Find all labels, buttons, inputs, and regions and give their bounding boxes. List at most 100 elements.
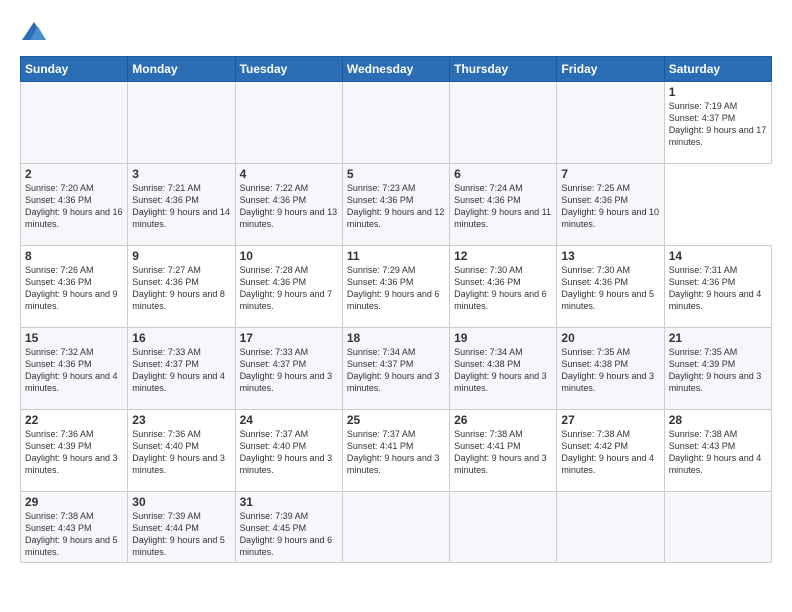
calendar-cell: 8 Sunrise: 7:26 AM Sunset: 4:36 PM Dayli… xyxy=(21,246,128,328)
day-number: 3 xyxy=(132,167,230,181)
day-number: 23 xyxy=(132,413,230,427)
calendar-cell xyxy=(21,82,128,164)
calendar-week-row: 22 Sunrise: 7:36 AM Sunset: 4:39 PM Dayl… xyxy=(21,410,772,492)
calendar-cell: 21 Sunrise: 7:35 AM Sunset: 4:39 PM Dayl… xyxy=(664,328,771,410)
day-info: Sunrise: 7:37 AM Sunset: 4:41 PM Dayligh… xyxy=(347,428,445,477)
day-number: 12 xyxy=(454,249,552,263)
calendar-cell: 4 Sunrise: 7:22 AM Sunset: 4:36 PM Dayli… xyxy=(235,164,342,246)
day-header-thursday: Thursday xyxy=(450,57,557,82)
day-number: 9 xyxy=(132,249,230,263)
calendar-cell: 23 Sunrise: 7:36 AM Sunset: 4:40 PM Dayl… xyxy=(128,410,235,492)
day-header-sunday: Sunday xyxy=(21,57,128,82)
day-header-wednesday: Wednesday xyxy=(342,57,449,82)
day-number: 27 xyxy=(561,413,659,427)
day-number: 13 xyxy=(561,249,659,263)
calendar-cell: 16 Sunrise: 7:33 AM Sunset: 4:37 PM Dayl… xyxy=(128,328,235,410)
day-header-friday: Friday xyxy=(557,57,664,82)
day-info: Sunrise: 7:30 AM Sunset: 4:36 PM Dayligh… xyxy=(561,264,659,313)
day-info: Sunrise: 7:33 AM Sunset: 4:37 PM Dayligh… xyxy=(240,346,338,395)
day-number: 28 xyxy=(669,413,767,427)
day-number: 22 xyxy=(25,413,123,427)
day-number: 14 xyxy=(669,249,767,263)
calendar-cell: 15 Sunrise: 7:32 AM Sunset: 4:36 PM Dayl… xyxy=(21,328,128,410)
calendar-page: SundayMondayTuesdayWednesdayThursdayFrid… xyxy=(0,0,792,612)
day-number: 7 xyxy=(561,167,659,181)
calendar-cell xyxy=(342,82,449,164)
calendar-cell xyxy=(557,492,664,563)
calendar-cell: 9 Sunrise: 7:27 AM Sunset: 4:36 PM Dayli… xyxy=(128,246,235,328)
calendar-cell: 14 Sunrise: 7:31 AM Sunset: 4:36 PM Dayl… xyxy=(664,246,771,328)
calendar-cell xyxy=(235,82,342,164)
day-info: Sunrise: 7:37 AM Sunset: 4:40 PM Dayligh… xyxy=(240,428,338,477)
calendar-cell: 11 Sunrise: 7:29 AM Sunset: 4:36 PM Dayl… xyxy=(342,246,449,328)
logo xyxy=(20,18,52,46)
calendar-cell: 20 Sunrise: 7:35 AM Sunset: 4:38 PM Dayl… xyxy=(557,328,664,410)
day-number: 24 xyxy=(240,413,338,427)
day-info: Sunrise: 7:23 AM Sunset: 4:36 PM Dayligh… xyxy=(347,182,445,231)
day-info: Sunrise: 7:35 AM Sunset: 4:38 PM Dayligh… xyxy=(561,346,659,395)
day-info: Sunrise: 7:38 AM Sunset: 4:43 PM Dayligh… xyxy=(25,510,123,559)
day-number: 5 xyxy=(347,167,445,181)
day-info: Sunrise: 7:38 AM Sunset: 4:42 PM Dayligh… xyxy=(561,428,659,477)
day-info: Sunrise: 7:22 AM Sunset: 4:36 PM Dayligh… xyxy=(240,182,338,231)
day-info: Sunrise: 7:29 AM Sunset: 4:36 PM Dayligh… xyxy=(347,264,445,313)
calendar-week-row: 1 Sunrise: 7:19 AM Sunset: 4:37 PM Dayli… xyxy=(21,82,772,164)
day-number: 17 xyxy=(240,331,338,345)
day-number: 10 xyxy=(240,249,338,263)
day-info: Sunrise: 7:36 AM Sunset: 4:40 PM Dayligh… xyxy=(132,428,230,477)
calendar-cell: 22 Sunrise: 7:36 AM Sunset: 4:39 PM Dayl… xyxy=(21,410,128,492)
calendar-cell xyxy=(450,492,557,563)
day-info: Sunrise: 7:30 AM Sunset: 4:36 PM Dayligh… xyxy=(454,264,552,313)
calendar-cell: 29 Sunrise: 7:38 AM Sunset: 4:43 PM Dayl… xyxy=(21,492,128,563)
day-header-saturday: Saturday xyxy=(664,57,771,82)
calendar-cell: 10 Sunrise: 7:28 AM Sunset: 4:36 PM Dayl… xyxy=(235,246,342,328)
header xyxy=(20,18,772,46)
day-number: 15 xyxy=(25,331,123,345)
day-number: 20 xyxy=(561,331,659,345)
calendar-week-row: 15 Sunrise: 7:32 AM Sunset: 4:36 PM Dayl… xyxy=(21,328,772,410)
calendar-cell: 26 Sunrise: 7:38 AM Sunset: 4:41 PM Dayl… xyxy=(450,410,557,492)
day-number: 1 xyxy=(669,85,767,99)
day-number: 19 xyxy=(454,331,552,345)
day-info: Sunrise: 7:27 AM Sunset: 4:36 PM Dayligh… xyxy=(132,264,230,313)
day-number: 2 xyxy=(25,167,123,181)
day-info: Sunrise: 7:38 AM Sunset: 4:43 PM Dayligh… xyxy=(669,428,767,477)
calendar-week-row: 29 Sunrise: 7:38 AM Sunset: 4:43 PM Dayl… xyxy=(21,492,772,563)
calendar-cell: 5 Sunrise: 7:23 AM Sunset: 4:36 PM Dayli… xyxy=(342,164,449,246)
day-info: Sunrise: 7:39 AM Sunset: 4:44 PM Dayligh… xyxy=(132,510,230,559)
day-info: Sunrise: 7:19 AM Sunset: 4:37 PM Dayligh… xyxy=(669,100,767,149)
calendar-cell: 19 Sunrise: 7:34 AM Sunset: 4:38 PM Dayl… xyxy=(450,328,557,410)
day-info: Sunrise: 7:38 AM Sunset: 4:41 PM Dayligh… xyxy=(454,428,552,477)
day-header-tuesday: Tuesday xyxy=(235,57,342,82)
calendar-cell: 7 Sunrise: 7:25 AM Sunset: 4:36 PM Dayli… xyxy=(557,164,664,246)
calendar-week-row: 8 Sunrise: 7:26 AM Sunset: 4:36 PM Dayli… xyxy=(21,246,772,328)
calendar-cell xyxy=(450,82,557,164)
calendar-cell: 28 Sunrise: 7:38 AM Sunset: 4:43 PM Dayl… xyxy=(664,410,771,492)
day-info: Sunrise: 7:34 AM Sunset: 4:37 PM Dayligh… xyxy=(347,346,445,395)
calendar-cell: 2 Sunrise: 7:20 AM Sunset: 4:36 PM Dayli… xyxy=(21,164,128,246)
calendar-cell: 30 Sunrise: 7:39 AM Sunset: 4:44 PM Dayl… xyxy=(128,492,235,563)
day-number: 26 xyxy=(454,413,552,427)
day-info: Sunrise: 7:20 AM Sunset: 4:36 PM Dayligh… xyxy=(25,182,123,231)
calendar-cell: 12 Sunrise: 7:30 AM Sunset: 4:36 PM Dayl… xyxy=(450,246,557,328)
day-number: 25 xyxy=(347,413,445,427)
day-info: Sunrise: 7:33 AM Sunset: 4:37 PM Dayligh… xyxy=(132,346,230,395)
calendar-cell: 13 Sunrise: 7:30 AM Sunset: 4:36 PM Dayl… xyxy=(557,246,664,328)
logo-icon xyxy=(20,18,48,46)
calendar-cell xyxy=(342,492,449,563)
calendar-cell: 17 Sunrise: 7:33 AM Sunset: 4:37 PM Dayl… xyxy=(235,328,342,410)
day-info: Sunrise: 7:34 AM Sunset: 4:38 PM Dayligh… xyxy=(454,346,552,395)
calendar-cell xyxy=(128,82,235,164)
calendar-cell xyxy=(664,492,771,563)
calendar-cell: 18 Sunrise: 7:34 AM Sunset: 4:37 PM Dayl… xyxy=(342,328,449,410)
calendar-cell: 6 Sunrise: 7:24 AM Sunset: 4:36 PM Dayli… xyxy=(450,164,557,246)
calendar-cell: 3 Sunrise: 7:21 AM Sunset: 4:36 PM Dayli… xyxy=(128,164,235,246)
calendar-cell: 25 Sunrise: 7:37 AM Sunset: 4:41 PM Dayl… xyxy=(342,410,449,492)
calendar-table: SundayMondayTuesdayWednesdayThursdayFrid… xyxy=(20,56,772,563)
day-info: Sunrise: 7:31 AM Sunset: 4:36 PM Dayligh… xyxy=(669,264,767,313)
day-number: 4 xyxy=(240,167,338,181)
calendar-week-row: 2 Sunrise: 7:20 AM Sunset: 4:36 PM Dayli… xyxy=(21,164,772,246)
day-info: Sunrise: 7:25 AM Sunset: 4:36 PM Dayligh… xyxy=(561,182,659,231)
day-info: Sunrise: 7:35 AM Sunset: 4:39 PM Dayligh… xyxy=(669,346,767,395)
day-number: 21 xyxy=(669,331,767,345)
